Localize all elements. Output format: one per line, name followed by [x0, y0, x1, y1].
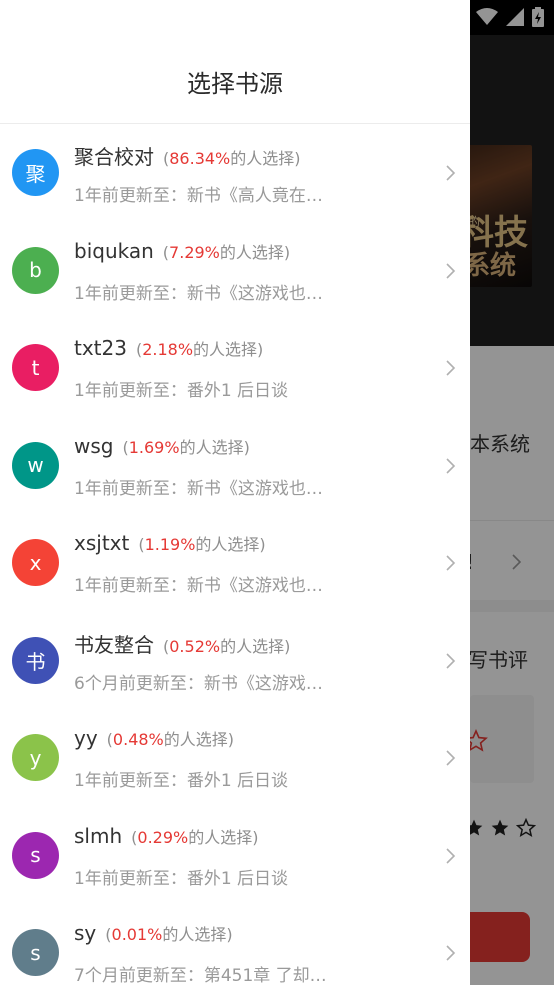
chevron-right-icon: [446, 847, 456, 864]
source-name: yy: [74, 726, 98, 750]
source-avatar: s: [12, 929, 59, 976]
source-item[interactable]: 聚 聚合校对 (86.34%的人选择) 1年前更新至：新书《高人竟在…: [0, 124, 470, 222]
chevron-right-icon: [446, 360, 456, 376]
source-item[interactable]: w wsg (1.69%的人选择) 1年前更新至：新书《这游戏也…: [0, 417, 470, 515]
source-item[interactable]: b biqukan (7.29%的人选择) 1年前更新至：新书《这游戏也…: [0, 222, 470, 320]
source-avatar: b: [12, 246, 59, 294]
source-share: (7.29%的人选择): [162, 242, 291, 262]
source-avatar: 书: [12, 636, 59, 684]
source-percentage: 1.69%: [128, 437, 180, 457]
source-percentage: 86.34%: [169, 149, 231, 168]
source-name: wsg: [74, 433, 114, 458]
source-share: (0.01%的人选择): [105, 925, 233, 944]
source-avatar: t: [12, 344, 59, 391]
source-name: 聚合校对: [74, 145, 154, 169]
source-update: 1年前更新至：新书《这游戏也…: [74, 283, 323, 304]
source-update: 1年前更新至：番外1 后日谈: [74, 868, 289, 889]
chevron-right-icon: [446, 945, 456, 961]
source-percentage: 0.01%: [111, 925, 163, 944]
source-share: (0.29%的人选择): [131, 827, 259, 847]
source-percentage: 7.29%: [169, 242, 220, 262]
source-name: slmh: [74, 823, 123, 848]
drawer-title: 选择书源: [187, 70, 283, 98]
source-avatar: w: [12, 441, 59, 489]
source-item[interactable]: s slmh (0.29%的人选择) 1年前更新至：番外1 后日谈: [0, 807, 470, 905]
source-percentage: 0.48%: [112, 730, 164, 749]
source-update: 1年前更新至：新书《这游戏也…: [74, 576, 323, 596]
chevron-right-icon: [446, 165, 456, 181]
source-drawer: 选择书源 聚 聚合校对 (86.34%的人选择) 1年前更新至：新书《高人竟在……: [0, 0, 470, 985]
chevron-right-icon: [446, 555, 456, 571]
source-share: (2.18%的人选择): [135, 340, 264, 359]
source-update: 1年前更新至：新书《这游戏也…: [74, 478, 323, 499]
source-percentage: 1.19%: [144, 535, 196, 554]
chevron-right-icon: [446, 457, 456, 474]
source-item[interactable]: t txt23 (2.18%的人选择) 1年前更新至：番外1 后日谈: [0, 319, 470, 417]
source-name: 书友整合: [74, 632, 154, 657]
chevron-right-icon: [446, 750, 456, 766]
source-avatar: s: [12, 831, 59, 879]
source-list: 聚 聚合校对 (86.34%的人选择) 1年前更新至：新书《高人竟在… b bi…: [0, 124, 470, 985]
source-share: (0.48%的人选择): [106, 730, 234, 749]
source-share: (1.69%的人选择): [122, 437, 250, 457]
source-item[interactable]: 书 书友整合 (0.52%的人选择) 6个月前更新至：新书《这游戏…: [0, 612, 470, 710]
source-name: xsjtxt: [74, 531, 130, 555]
source-update: 1年前更新至：番外1 后日谈: [74, 381, 289, 401]
source-update: 1年前更新至：新书《高人竟在…: [74, 186, 323, 206]
chevron-right-icon: [446, 652, 456, 669]
source-avatar: y: [12, 734, 59, 781]
source-name: biqukan: [74, 238, 154, 263]
source-item[interactable]: s sy (0.01%的人选择) 7个月前更新至：第451章 了却…: [0, 904, 470, 985]
source-avatar: x: [12, 539, 59, 586]
chevron-right-icon: [446, 262, 456, 279]
source-update: 7个月前更新至：第451章 了却…: [74, 966, 327, 985]
drawer-header: 选择书源: [0, 0, 470, 124]
source-share: (1.19%的人选择): [138, 535, 266, 554]
source-name: sy: [74, 921, 97, 945]
source-percentage: 0.52%: [169, 636, 221, 656]
source-share: (86.34%的人选择): [163, 149, 301, 168]
source-percentage: 0.29%: [137, 827, 189, 847]
source-name: txt23: [74, 336, 127, 360]
source-percentage: 2.18%: [142, 340, 194, 359]
source-update: 1年前更新至：番外1 后日谈: [74, 771, 289, 791]
source-item[interactable]: x xsjtxt (1.19%的人选择) 1年前更新至：新书《这游戏也…: [0, 514, 470, 612]
source-update: 6个月前更新至：新书《这游戏…: [74, 673, 323, 694]
source-avatar: 聚: [12, 149, 59, 196]
source-share: (0.52%的人选择): [163, 636, 291, 656]
source-item[interactable]: y yy (0.48%的人选择) 1年前更新至：番外1 后日谈: [0, 709, 470, 807]
